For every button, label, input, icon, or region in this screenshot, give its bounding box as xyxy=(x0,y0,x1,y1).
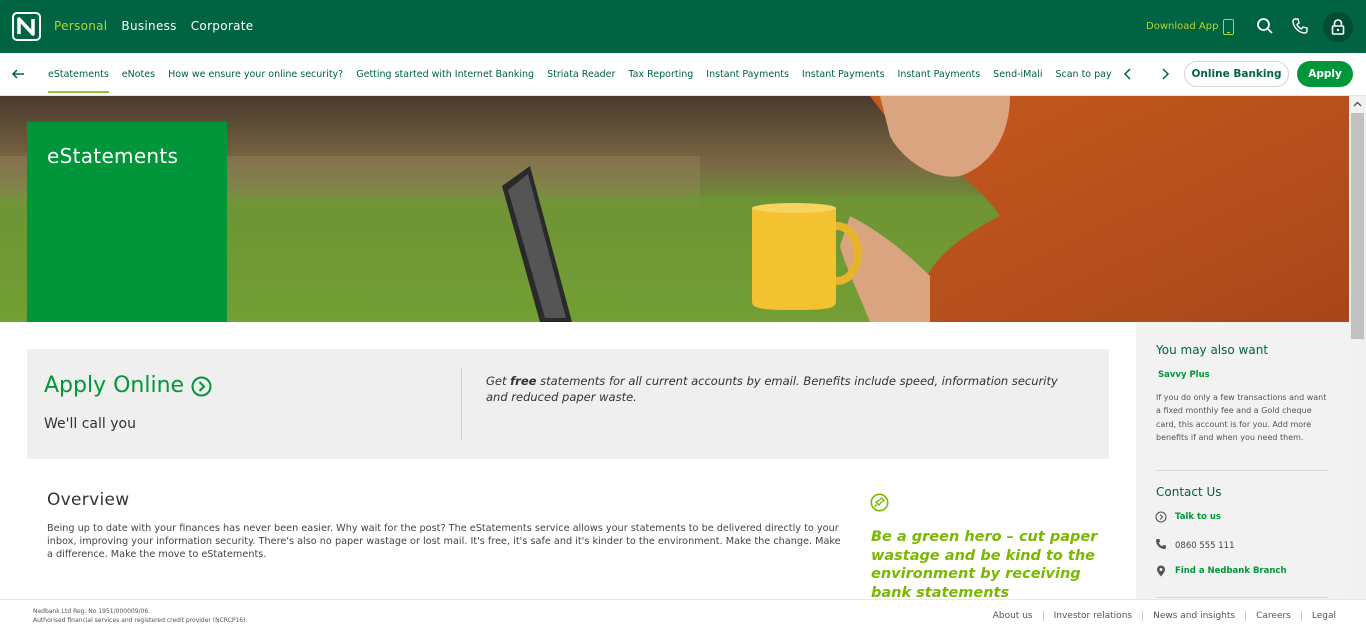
subnav-item-instant-payments-3[interactable]: Instant Payments xyxy=(898,69,981,93)
footer-reg-line-2: Authorised financial services and regist… xyxy=(33,617,248,624)
footer-registration: Nedbank Ltd Reg. No 1951/000009/06. Auth… xyxy=(33,607,247,625)
phone-icon xyxy=(1156,539,1166,549)
savvy-plus-link[interactable]: Savvy Plus xyxy=(1158,370,1210,380)
nav-corporate[interactable]: Corporate xyxy=(191,19,254,33)
subnav-items: eStatements eNotes How we ensure your on… xyxy=(48,69,1125,93)
phone-call-icon[interactable] xyxy=(1291,17,1309,35)
subnav-item-tax-reporting[interactable]: Tax Reporting xyxy=(628,69,693,93)
login-button[interactable] xyxy=(1323,12,1353,42)
footer-link-legal[interactable]: Legal xyxy=(1300,611,1346,621)
back-arrow-icon[interactable] xyxy=(10,68,26,80)
talk-to-us-link[interactable]: Talk to us xyxy=(1175,512,1221,522)
scrollbar-thumb[interactable] xyxy=(1351,113,1364,339)
subnav-item-instant-payments-2[interactable]: Instant Payments xyxy=(802,69,885,93)
footer-reg-line-1: Nedbank Ltd Reg. No 1951/000009/06. xyxy=(33,608,151,615)
contact-us-heading: Contact Us xyxy=(1156,485,1222,499)
mobile-phone-icon[interactable] xyxy=(1223,19,1234,35)
lock-icon xyxy=(1331,19,1345,35)
chevron-right-icon[interactable] xyxy=(1159,68,1171,80)
subnav-item-getting-started[interactable]: Getting started with Internet Banking xyxy=(356,69,534,93)
call-you-text: We'll call you xyxy=(44,416,136,432)
apply-button[interactable]: Apply xyxy=(1297,61,1353,87)
sidebar xyxy=(1136,322,1349,599)
panel-divider xyxy=(461,369,462,439)
footer-link-careers[interactable]: Careers xyxy=(1245,611,1301,621)
subnav-item-estatements[interactable]: eStatements xyxy=(48,69,109,93)
savvy-plus-description: If you do only a few transactions and wa… xyxy=(1156,393,1327,442)
nav-personal[interactable]: Personal xyxy=(54,19,107,33)
subnav-item-striata-reader[interactable]: Striata Reader xyxy=(547,69,615,93)
sidebar-divider-bottom xyxy=(1156,597,1328,598)
overview-heading: Overview xyxy=(47,490,130,510)
subnav-item-send-imali[interactable]: Send-iMali xyxy=(993,69,1042,93)
main-nav: Personal Business Corporate xyxy=(54,19,253,33)
may-also-want-heading: You may also want xyxy=(1156,343,1269,357)
footer-link-about-us[interactable]: About us xyxy=(983,611,1043,621)
location-pin-icon xyxy=(1157,565,1165,577)
subnav-item-online-security[interactable]: How we ensure your online security? xyxy=(168,69,343,93)
page-title: eStatements xyxy=(47,144,179,168)
apply-description: Get free statements for all current acco… xyxy=(486,374,1058,404)
contact-phone-number[interactable]: 0860 555 111 xyxy=(1175,541,1234,551)
footer-links: About us Investor relations News and ins… xyxy=(983,611,1346,621)
pin-icon xyxy=(870,493,889,512)
download-app-link[interactable]: Download App xyxy=(1146,21,1218,32)
chevron-left-icon[interactable] xyxy=(1122,68,1134,80)
apply-online-link[interactable]: Apply Online xyxy=(44,373,184,398)
nav-business[interactable]: Business xyxy=(121,19,176,33)
subnav-item-scan-to-pay[interactable]: Scan to pay xyxy=(1055,69,1111,93)
search-icon[interactable] xyxy=(1256,17,1274,35)
footer-link-investor-relations[interactable]: Investor relations xyxy=(1042,611,1143,621)
arrow-circle-right-icon[interactable] xyxy=(191,376,212,397)
subnav-item-enotes[interactable]: eNotes xyxy=(122,69,155,93)
subnav-item-instant-payments-1[interactable]: Instant Payments xyxy=(706,69,789,93)
online-banking-button[interactable]: Online Banking xyxy=(1184,61,1289,87)
overview-body: Being up to date with your finances has … xyxy=(47,523,841,560)
sidebar-divider xyxy=(1156,470,1328,471)
find-branch-link[interactable]: Find a Nedbank Branch xyxy=(1175,566,1287,576)
scroll-up-arrow-icon[interactable] xyxy=(1353,100,1362,109)
footer-link-news-insights[interactable]: News and insights xyxy=(1142,611,1245,621)
chat-arrow-icon xyxy=(1155,511,1167,523)
nedbank-logo[interactable] xyxy=(12,12,41,41)
